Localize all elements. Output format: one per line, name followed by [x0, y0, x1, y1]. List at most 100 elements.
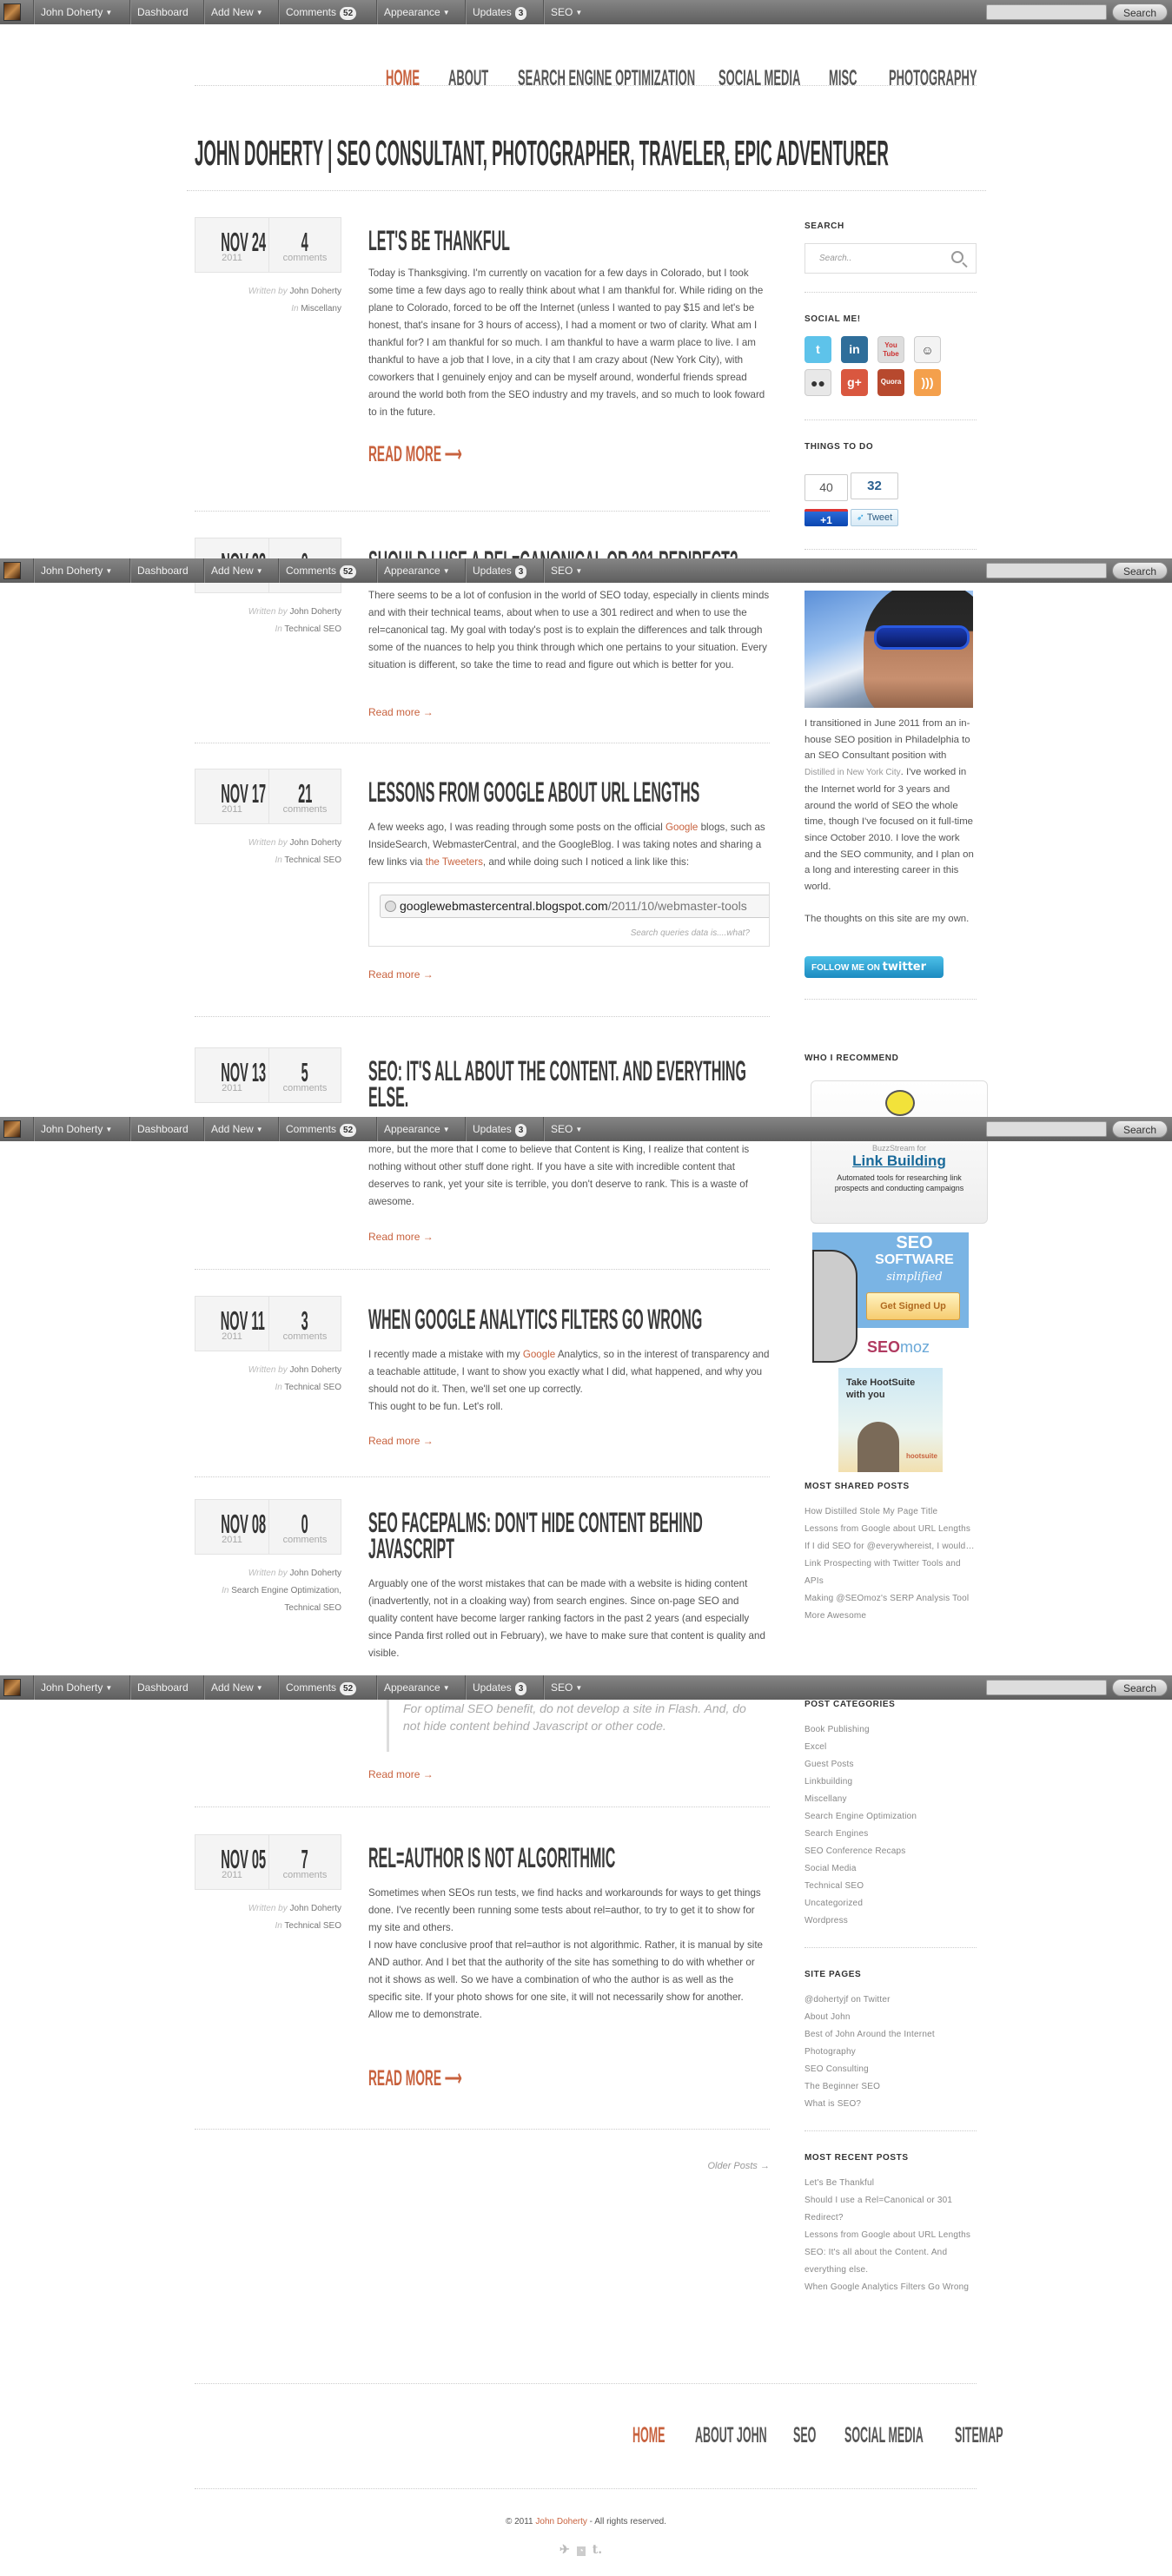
sidebar-link[interactable]: SEO: It's all about the Content. And eve… [805, 2244, 983, 2279]
admin-dashboard-link[interactable]: Dashboard [129, 558, 195, 583]
sidebar-link[interactable]: Search Engine Optimization [805, 1808, 978, 1826]
post-category-link[interactable]: Technical SEO [195, 1600, 341, 1617]
post-category-link[interactable]: Search Engine Optimization, [231, 1586, 341, 1595]
rss-icon[interactable]: ◔ [576, 2546, 586, 2556]
google-plus-icon[interactable]: g+ [841, 369, 868, 396]
admin-comments-link[interactable]: Comments 52 [278, 1675, 363, 1700]
admin-appearance-menu[interactable]: Appearance ▼ [376, 0, 457, 24]
post-comments-count[interactable]: 5 comments [269, 1048, 341, 1102]
get-signed-up-button[interactable]: Get Signed Up [866, 1292, 960, 1320]
admin-comments-link[interactable]: Comments 52 [278, 0, 363, 24]
admin-user-menu[interactable]: John Doherty ▼ [33, 1117, 119, 1141]
sidebar-link[interactable]: Miscellany [805, 1791, 978, 1808]
user-avatar[interactable] [3, 1120, 21, 1138]
admin-comments-link[interactable]: Comments 52 [278, 558, 363, 583]
admin-dashboard-link[interactable]: Dashboard [129, 1675, 195, 1700]
inline-link[interactable]: Google [665, 822, 698, 833]
inline-link[interactable]: the Tweeters [426, 856, 483, 868]
footer-nav-home[interactable]: HOME [632, 2423, 698, 2448]
sidebar-link[interactable]: Wordpress [805, 1912, 978, 1930]
user-avatar[interactable] [3, 1679, 21, 1696]
user-avatar[interactable] [3, 3, 21, 21]
sidebar-link[interactable]: If I did SEO for @everywhereist, I would… [805, 1538, 978, 1556]
admin-search-button[interactable]: Search [1112, 1679, 1168, 1696]
admin-search-input[interactable] [986, 1680, 1107, 1695]
reddit-icon[interactable]: ☺ [914, 336, 941, 363]
rss-icon[interactable]: ))) [914, 369, 941, 396]
post-author-link[interactable]: John Doherty [290, 1569, 341, 1578]
sidebar-link[interactable]: Excel [805, 1739, 978, 1756]
admin-search-button[interactable]: Search [1112, 3, 1168, 21]
slideshare-icon[interactable]: ●● [805, 369, 831, 396]
footer-nav-seo[interactable]: SEO [793, 2423, 839, 2448]
search-icon[interactable] [951, 251, 963, 263]
twitter-icon[interactable]: t [805, 336, 831, 363]
post-author-link[interactable]: John Doherty [290, 838, 341, 848]
sidebar-search-input[interactable]: Search.. [805, 243, 977, 274]
linkedin-icon[interactable]: in [841, 336, 868, 363]
post-title-link[interactable]: LET'S BE THANKFUL [368, 227, 1171, 254]
read-more-link[interactable]: Read more → [368, 968, 434, 981]
post-author-link[interactable]: John Doherty [290, 1904, 341, 1913]
admin-updates-link[interactable]: Updates 3 [465, 558, 533, 583]
admin-seo-menu[interactable]: SEO ▼ [543, 558, 589, 583]
admin-add-new-menu[interactable]: Add New ▼ [203, 558, 270, 583]
tumblr-icon[interactable]: t. [593, 2543, 602, 2557]
seomoz-ad[interactable]: SEO SOFTWARE simplified Get Signed Up SE… [812, 1232, 969, 1363]
twitter-icon[interactable]: ✈ [560, 2542, 570, 2556]
sidebar-link[interactable]: Photography [805, 2044, 978, 2061]
sidebar-link[interactable]: The Beginner SEO [805, 2078, 978, 2096]
post-comments-count[interactable]: 7 comments [269, 1835, 341, 1889]
distilled-link[interactable]: Distilled in New York City [805, 768, 901, 777]
youtube-icon[interactable]: You Tube [877, 336, 904, 363]
admin-add-new-menu[interactable]: Add New ▼ [203, 1117, 270, 1141]
read-more-link[interactable]: READ MORE ⟶ [368, 441, 539, 467]
admin-updates-link[interactable]: Updates 3 [465, 0, 533, 24]
post-author-link[interactable]: John Doherty [290, 607, 341, 617]
user-avatar[interactable] [3, 562, 21, 579]
admin-user-menu[interactable]: John Doherty ▼ [33, 1675, 119, 1700]
older-posts-link[interactable]: Older Posts → [707, 2161, 770, 2171]
nav-item-about[interactable]: ABOUT [448, 66, 526, 91]
post-category-link[interactable]: Technical SEO [284, 855, 341, 865]
admin-updates-link[interactable]: Updates 3 [465, 1117, 533, 1141]
sidebar-link[interactable]: Technical SEO [805, 1878, 978, 1895]
admin-dashboard-link[interactable]: Dashboard [129, 0, 195, 24]
footer-nav-sitemap[interactable]: SITEMAP [955, 2423, 1051, 2448]
post-comments-count[interactable]: 3 comments [269, 1297, 341, 1351]
buzzstream-ad[interactable]: BuzzStream for Link Building Automated t… [811, 1080, 988, 1224]
inline-link[interactable]: Google [523, 1349, 555, 1360]
admin-search-input[interactable] [986, 1121, 1107, 1137]
post-author-link[interactable]: John Doherty [290, 287, 341, 296]
admin-appearance-menu[interactable]: Appearance ▼ [376, 1675, 457, 1700]
admin-search-button[interactable]: Search [1112, 1120, 1168, 1138]
sidebar-link[interactable]: Best of John Around the Internet [805, 2026, 978, 2044]
admin-appearance-menu[interactable]: Appearance ▼ [376, 558, 457, 583]
admin-comments-link[interactable]: Comments 52 [278, 1117, 363, 1141]
post-category-link[interactable]: Miscellany [301, 304, 341, 314]
sidebar-link[interactable]: Let's Be Thankful [805, 2175, 983, 2192]
admin-updates-link[interactable]: Updates 3 [465, 1675, 533, 1700]
admin-add-new-menu[interactable]: Add New ▼ [203, 0, 270, 24]
post-comments-count[interactable]: 4 comments [269, 218, 341, 272]
copyright-author-link[interactable]: John Doherty [535, 2517, 586, 2526]
site-title[interactable]: JOHN DOHERTY | SEO CONSULTANT, PHOTOGRAP… [195, 133, 1172, 174]
post-comments-count[interactable]: 0comments [269, 1500, 341, 1554]
admin-appearance-menu[interactable]: Appearance ▼ [376, 1117, 457, 1141]
nav-item-photography[interactable]: PHOTOGRAPHY [889, 66, 1058, 91]
read-more-link[interactable]: Read more → [368, 1435, 434, 1447]
admin-search-button[interactable]: Search [1112, 562, 1168, 579]
sidebar-link[interactable]: What is SEO? [805, 2096, 978, 2113]
admin-seo-menu[interactable]: SEO ▼ [543, 0, 589, 24]
admin-user-menu[interactable]: John Doherty ▼ [33, 558, 119, 583]
sidebar-link[interactable]: Lessons from Google about URL Lengths [805, 2227, 983, 2244]
sidebar-link[interactable]: When Google Analytics Filters Go Wrong [805, 2279, 983, 2296]
sidebar-link[interactable]: Making @SEOmoz's SERP Analysis Tool More… [805, 1590, 978, 1625]
sidebar-link[interactable]: @dohertyjf on Twitter [805, 1991, 978, 2009]
post-title-link[interactable]: SEO: IT'S ALL ABOUT THE CONTENT. AND EVE… [368, 1057, 1171, 1111]
quora-icon[interactable]: Quora [877, 369, 904, 396]
post-category-link[interactable]: Technical SEO [284, 1383, 341, 1392]
sidebar-link[interactable]: About John [805, 2009, 978, 2026]
read-more-link[interactable]: Read more → [368, 1231, 434, 1243]
follow-on-twitter-button[interactable]: FOLLOW ME ON twitter [805, 956, 944, 978]
